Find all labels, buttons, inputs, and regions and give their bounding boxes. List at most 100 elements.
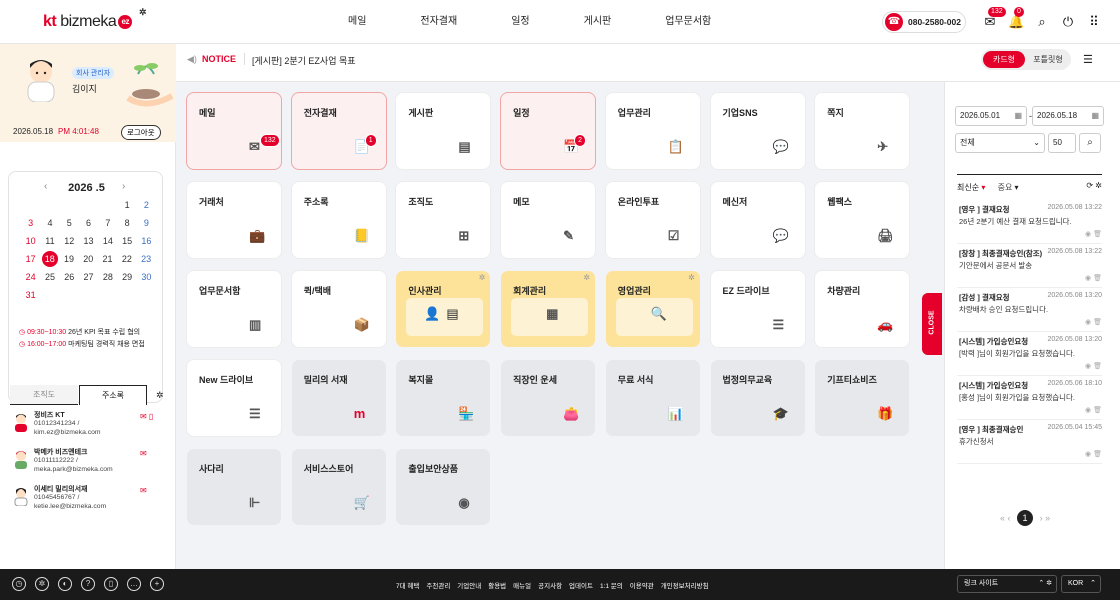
calendar-day[interactable]: 1	[117, 196, 136, 214]
calendar-day[interactable]: 5	[60, 214, 79, 232]
date-to-input[interactable]: 2026.05.18 ▦	[1032, 106, 1104, 126]
help-icon[interactable]: ?	[81, 577, 95, 591]
add-user-icon[interactable]: +	[150, 577, 164, 591]
logout-button[interactable]: 로그아웃	[121, 125, 161, 140]
app-card[interactable]: 인사관리 ✲ 👤 ▤	[396, 271, 491, 347]
app-card[interactable]: 기프티쇼비즈 🎁	[815, 360, 910, 436]
notification-item[interactable]: [시스템] 가입승인요청 2026.05.08 13:20 [박력 ]님이 회원가입…	[957, 332, 1102, 376]
app-card[interactable]: 회계관리 ✲ ▦	[501, 271, 596, 347]
folder-gear-icon[interactable]: ✲	[583, 273, 590, 282]
tab-org-chart[interactable]: 조직도	[10, 385, 78, 405]
nav-mail[interactable]: 메일	[348, 0, 366, 44]
app-card[interactable]: 직장인 운세 👛	[501, 360, 596, 436]
calendar-day[interactable]: 3	[21, 214, 40, 232]
app-card[interactable]: 차량관리 🚗	[815, 271, 910, 347]
footer-link[interactable]: 매뉴얼	[513, 583, 531, 590]
page-size-select[interactable]: 50	[1048, 133, 1076, 153]
chat-icon[interactable]: …	[127, 577, 141, 591]
app-card[interactable]: 복지몰 🏪	[396, 360, 491, 436]
footer-link[interactable]: 7대 혜택	[396, 583, 419, 590]
event-item[interactable]: ◷ 16:00~17:00 마케팅팀 경력직 채용 면접	[19, 339, 145, 351]
event-item[interactable]: ◷ 09:30~10:30 26년 KPI 목표 수립 협의	[19, 327, 145, 339]
calendar-day[interactable]: 23	[136, 250, 155, 268]
close-panel-button[interactable]: CLOSE	[922, 293, 942, 355]
item-action-icons[interactable]: ◉ 🗑	[1085, 406, 1102, 414]
settings-gear-icon[interactable]: ✲	[139, 7, 147, 18]
calendar-day[interactable]: 30	[137, 268, 156, 286]
nav-board[interactable]: 게시판	[584, 0, 612, 44]
apps-grid-icon[interactable]: ⠿	[1086, 14, 1102, 30]
footer-link[interactable]: 업데이트	[569, 583, 593, 590]
app-card[interactable]: 웹팩스 🖨	[815, 182, 910, 258]
app-card[interactable]: 주소록 📒	[291, 182, 386, 258]
app-card[interactable]: 메일 ✉ 132	[187, 93, 281, 169]
item-action-icons[interactable]: ◉ 🗑	[1085, 230, 1102, 238]
card-view-button[interactable]: 카드형	[983, 51, 1025, 68]
calendar-next-icon[interactable]: ›	[122, 181, 125, 192]
nav-schedule[interactable]: 일정	[511, 0, 529, 44]
calendar-day[interactable]: 28	[98, 268, 117, 286]
nav-docs[interactable]: 업무문서함	[665, 0, 711, 44]
app-card[interactable]: EZ 드라이브 ☰	[710, 271, 805, 347]
next-page-icon[interactable]: ›	[1040, 513, 1043, 523]
notification-item[interactable]: [영우 ] 최종결재승인 2026.05.04 15:45 휴가신청서 ◉ 🗑	[957, 420, 1102, 464]
contact-mail-icon[interactable]: ✉ ▯	[140, 412, 153, 421]
calendar-day[interactable]: 10	[21, 232, 40, 250]
calendar-day[interactable]: 8	[117, 214, 136, 232]
power-icon[interactable]: ⏻	[1060, 14, 1076, 30]
filter-select[interactable]: 전체 ⌄	[955, 133, 1045, 153]
sort-important[interactable]: 중요	[998, 183, 1013, 192]
app-card[interactable]: 출입보안상품 ◉	[396, 449, 491, 525]
calendar-day[interactable]: 18	[41, 251, 58, 267]
last-page-icon[interactable]: »	[1045, 513, 1050, 523]
sort-latest[interactable]: 최신순	[957, 183, 979, 192]
footer-link[interactable]: 주천관리	[426, 583, 450, 590]
item-action-icons[interactable]: ◉ 🗑	[1085, 318, 1102, 326]
notification-item[interactable]: [창창 ] 최종결재승인(참조) 2026.05.08 13:22 기안문에서 공문…	[957, 244, 1102, 288]
menu-icon[interactable]: ☰	[1083, 53, 1093, 66]
tab-settings-gear-icon[interactable]: ✲	[156, 390, 164, 401]
calendar-day[interactable]: 9	[137, 214, 156, 232]
app-card[interactable]: 게시판 ▤	[396, 93, 491, 169]
calendar-day[interactable]: 2	[137, 196, 156, 214]
footer-link[interactable]: 기업안내	[457, 583, 481, 590]
app-card[interactable]: 퀵/택배 📦	[291, 271, 386, 347]
nav-approval[interactable]: 전자결재	[420, 0, 457, 44]
prev-page-icon[interactable]: ‹	[1008, 513, 1011, 523]
contact-item[interactable]: 정비즈 KT 01012341234 / kim.ez@bizmeka.com …	[0, 406, 176, 442]
app-card[interactable]: 밀리의 서재 m	[291, 360, 386, 436]
calendar-day[interactable]: 29	[117, 268, 136, 286]
calendar-day[interactable]: 24	[21, 268, 40, 286]
app-card[interactable]: 거래처 💼	[187, 182, 281, 258]
callcenter-button[interactable]: ☎ 080-2580-002	[882, 11, 966, 33]
link-site-select[interactable]: 링크 사이트 ⌃ ✲	[957, 575, 1057, 593]
calendar-day[interactable]: 17	[21, 250, 40, 268]
language-select[interactable]: KOR ⌃	[1061, 575, 1101, 593]
item-action-icons[interactable]: ◉ 🗑	[1085, 362, 1102, 370]
calendar-day[interactable]: 15	[117, 232, 136, 250]
notice-text[interactable]: [게시판] 2분기 EZ사업 목표	[252, 54, 356, 67]
calendar-day[interactable]: 16	[137, 232, 156, 250]
calendar-day[interactable]: 4	[40, 214, 59, 232]
contact-item[interactable]: 박메카 비즈앤테크 01011112222 / meka.park@bizmek…	[0, 443, 176, 479]
app-card[interactable]: 사다리 ⊩	[187, 449, 281, 525]
mail-icon[interactable]: ✉ 132	[982, 7, 1006, 30]
app-card[interactable]: 조직도 ⊞	[396, 182, 491, 258]
date-from-input[interactable]: 2026.05.01 ▦	[955, 106, 1027, 126]
calendar-day[interactable]: 11	[40, 232, 59, 250]
calendar-day[interactable]: 26	[60, 268, 79, 286]
app-card[interactable]: 전자결재 📄 1	[291, 93, 386, 169]
tab-address-book[interactable]: 주소록	[79, 385, 147, 405]
portlet-view-button[interactable]: 포틀릿형	[1027, 51, 1069, 68]
app-card[interactable]: 영업관리 ✲ 🔍	[605, 271, 700, 347]
folder-gear-icon[interactable]: ✲	[688, 273, 695, 282]
calendar-day[interactable]: 6	[79, 214, 98, 232]
app-card[interactable]: 서비스스토어 🛒	[291, 449, 386, 525]
footer-link[interactable]: 개인정보처리방침	[661, 583, 709, 590]
calendar-day[interactable]: 14	[98, 232, 117, 250]
refresh-settings-icons[interactable]: ⟳ ✲	[1086, 181, 1102, 190]
notification-item[interactable]: [감성 ] 결재요청 2026.05.08 13:20 차량배차 승인 요청드립니다…	[957, 288, 1102, 332]
app-card[interactable]: 메모 ✎	[501, 182, 596, 258]
app-card[interactable]: 기업SNS 💬	[710, 93, 805, 169]
app-card[interactable]: 온라인투표 ☑	[605, 182, 700, 258]
